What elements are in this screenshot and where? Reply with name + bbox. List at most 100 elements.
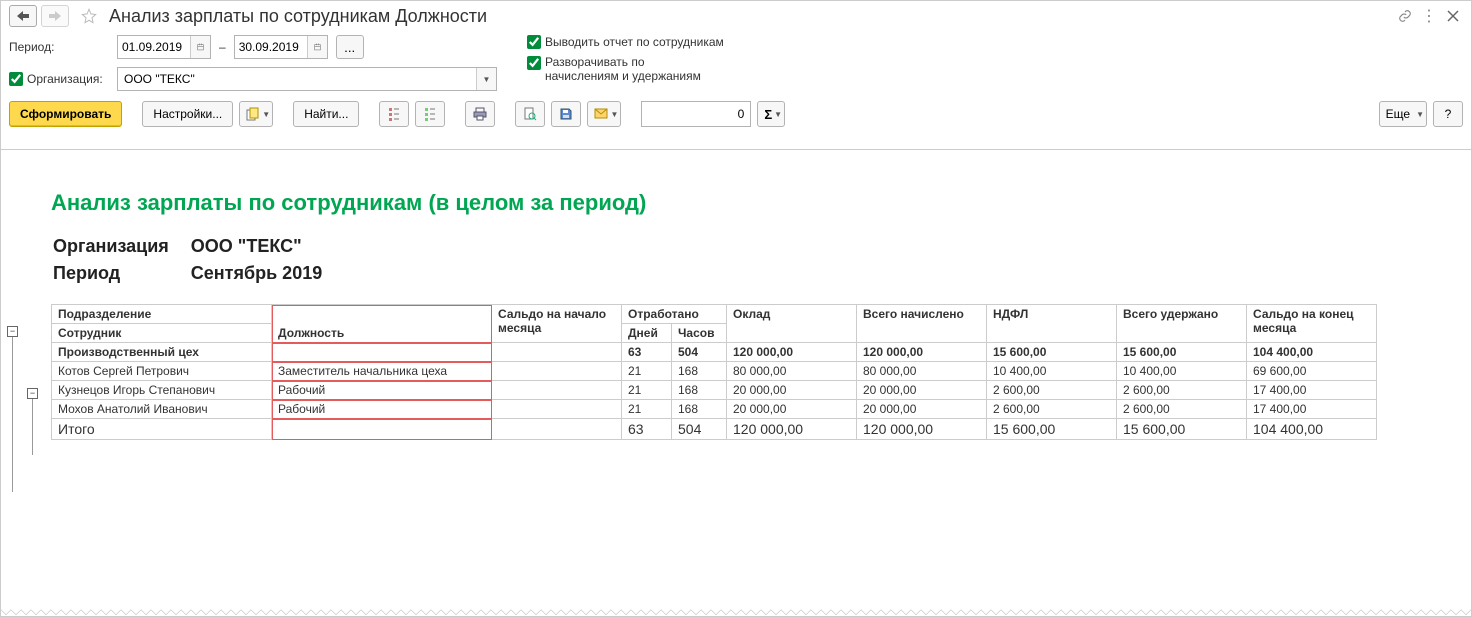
forward-button[interactable] bbox=[41, 5, 69, 27]
send-button[interactable]: ▼ bbox=[587, 101, 621, 127]
total-withheld: 15 600,00 bbox=[1117, 419, 1247, 440]
org-dropdown-button[interactable]: ▼ bbox=[476, 68, 496, 90]
row-accrued: 20 000,00 bbox=[857, 381, 987, 400]
table-row: Кузнецов Игорь СтепановичРабочий 21168 20 … bbox=[52, 381, 1377, 400]
date-to-calendar-button[interactable] bbox=[307, 36, 327, 58]
close-icon[interactable] bbox=[1443, 6, 1463, 26]
preview-button[interactable] bbox=[515, 101, 545, 127]
favorite-star-icon[interactable] bbox=[79, 6, 99, 26]
total-saldo-start bbox=[492, 419, 622, 440]
col-withheld: Всего удержано bbox=[1117, 305, 1247, 343]
total-accrued: 120 000,00 bbox=[857, 419, 987, 440]
row-hours: 168 bbox=[672, 362, 727, 381]
report-title: Анализ зарплаты по сотрудникам (в целом … bbox=[51, 190, 1471, 216]
expand-icon bbox=[387, 107, 401, 121]
col-days: Дней bbox=[622, 324, 672, 343]
by-employees-checkbox-input[interactable] bbox=[527, 35, 541, 49]
org-filter-checkbox[interactable]: Организация: bbox=[9, 72, 109, 86]
date-separator: – bbox=[219, 40, 226, 54]
row-days: 21 bbox=[622, 400, 672, 419]
arrow-left-icon bbox=[17, 11, 29, 21]
group-hours: 504 bbox=[672, 343, 727, 362]
meta-org-label: Организация bbox=[53, 234, 189, 259]
sum-input[interactable] bbox=[642, 107, 750, 121]
row-saldo-start bbox=[492, 400, 622, 419]
row-saldo-end: 17 400,00 bbox=[1247, 381, 1377, 400]
col-accrued: Всего начислено bbox=[857, 305, 987, 343]
by-employees-checkbox[interactable]: Выводить отчет по сотрудникам bbox=[527, 35, 724, 49]
row-position: Рабочий bbox=[272, 381, 492, 400]
col-salary: Оклад bbox=[727, 305, 857, 343]
calendar-icon bbox=[197, 41, 204, 53]
find-button[interactable]: Найти... bbox=[293, 101, 359, 127]
group-saldo-start bbox=[492, 343, 622, 362]
date-to-input[interactable] bbox=[235, 40, 307, 54]
col-employee: Сотрудник bbox=[52, 324, 272, 343]
row-saldo-start bbox=[492, 362, 622, 381]
printer-icon bbox=[473, 107, 487, 121]
col-subdivision: Подразделение bbox=[52, 305, 272, 324]
group-salary: 120 000,00 bbox=[727, 343, 857, 362]
group-accrued: 120 000,00 bbox=[857, 343, 987, 362]
back-button[interactable] bbox=[9, 5, 37, 27]
more-button[interactable]: Еще ▼ bbox=[1379, 101, 1427, 127]
period-ellipsis-button[interactable]: ... bbox=[336, 35, 364, 59]
expand-tree-button[interactable] bbox=[379, 101, 409, 127]
row-accrued: 20 000,00 bbox=[857, 400, 987, 419]
print-button[interactable] bbox=[465, 101, 495, 127]
row-withheld: 10 400,00 bbox=[1117, 362, 1247, 381]
date-from-field[interactable] bbox=[117, 35, 211, 59]
org-field[interactable]: ▼ bbox=[117, 67, 497, 91]
calendar-icon bbox=[314, 41, 321, 53]
row-hours: 168 bbox=[672, 381, 727, 400]
date-from-input[interactable] bbox=[118, 40, 190, 54]
total-salary: 120 000,00 bbox=[727, 419, 857, 440]
sigma-icon: Σ bbox=[764, 107, 772, 122]
group-withheld: 15 600,00 bbox=[1117, 343, 1247, 362]
preview-icon bbox=[523, 107, 537, 121]
collapse-icon bbox=[423, 107, 437, 121]
row-name: Кузнецов Игорь Степанович bbox=[52, 381, 272, 400]
row-ndfl: 10 400,00 bbox=[987, 362, 1117, 381]
expand-checkbox[interactable]: Разворачивать по начислениям и удержания… bbox=[527, 55, 724, 83]
col-saldo-end: Сальдо на конец месяца bbox=[1247, 305, 1377, 343]
chevron-down-icon: ▼ bbox=[610, 110, 618, 119]
row-hours: 168 bbox=[672, 400, 727, 419]
row-saldo-end: 17 400,00 bbox=[1247, 400, 1377, 419]
generate-button[interactable]: Сформировать bbox=[9, 101, 122, 127]
save-button[interactable] bbox=[551, 101, 581, 127]
group-days: 63 bbox=[622, 343, 672, 362]
link-icon[interactable] bbox=[1395, 6, 1415, 26]
kebab-menu-icon[interactable]: ⋮ bbox=[1419, 6, 1439, 26]
chevron-down-icon: ▼ bbox=[774, 110, 782, 119]
expand-label: Разворачивать по начислениям и удержания… bbox=[545, 55, 701, 83]
date-to-field[interactable] bbox=[234, 35, 328, 59]
outline-toggle-level2[interactable]: − bbox=[27, 388, 38, 399]
col-hours: Часов bbox=[672, 324, 727, 343]
sigma-button[interactable]: Σ ▼ bbox=[757, 101, 785, 127]
org-checkbox-input[interactable] bbox=[9, 72, 23, 86]
org-input[interactable] bbox=[118, 72, 476, 86]
row-name: Котов Сергей Петрович bbox=[52, 362, 272, 381]
total-label: Итого bbox=[52, 419, 272, 440]
by-employees-label: Выводить отчет по сотрудникам bbox=[545, 35, 724, 49]
group-ndfl: 15 600,00 bbox=[987, 343, 1117, 362]
row-days: 21 bbox=[622, 381, 672, 400]
expand-checkbox-input[interactable] bbox=[527, 56, 541, 70]
outline-toggle-level1[interactable]: − bbox=[7, 326, 18, 337]
row-saldo-start bbox=[492, 381, 622, 400]
meta-period-label: Период bbox=[53, 261, 189, 286]
date-from-calendar-button[interactable] bbox=[190, 36, 210, 58]
settings-button[interactable]: Настройки... bbox=[142, 101, 233, 127]
collapse-tree-button[interactable] bbox=[415, 101, 445, 127]
floppy-icon bbox=[559, 107, 573, 121]
row-name: Мохов Анатолий Иванович bbox=[52, 400, 272, 419]
row-days: 21 bbox=[622, 362, 672, 381]
variants-button[interactable]: ▼ bbox=[239, 101, 273, 127]
col-position: Должность bbox=[272, 305, 492, 343]
row-salary: 80 000,00 bbox=[727, 362, 857, 381]
table-row: Мохов Анатолий ИвановичРабочий2116820 00… bbox=[52, 400, 1377, 419]
help-button[interactable]: ? bbox=[1433, 101, 1463, 127]
row-position: Заместитель начальника цеха bbox=[272, 362, 492, 381]
sum-field[interactable] bbox=[641, 101, 751, 127]
